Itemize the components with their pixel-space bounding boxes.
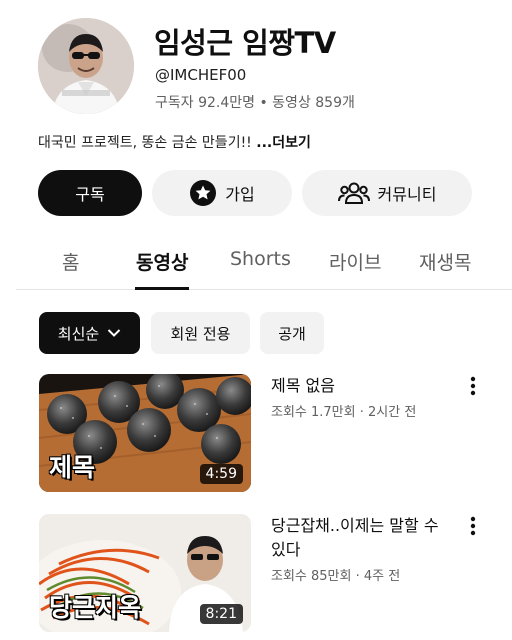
video-duration: 4:59 [199,464,243,484]
people-icon [337,180,370,206]
active-tab-indicator [135,287,189,290]
description-text: 대국민 프로젝트, 똥손 금손 만들기!! [38,135,257,151]
video-meta: 조회수 85만회 · 4주 전 [271,569,401,584]
video-item[interactable]: 제목 4:59 제목 없음 조회수 1.7만회 · 2시간 전 [39,374,485,494]
community-button[interactable]: 커뮤니티 [302,170,472,216]
video-item[interactable]: 당근지옥 8:21 당근잡채..이제는 말할 수 있다 조회수 85만회 · 4… [39,514,485,634]
channel-name: 임성근 임짱TV [154,26,336,60]
thumbnail-caption: 당근지옥 [49,593,142,622]
sort-chips: 최신순 회원 전용 공개 [39,312,489,354]
join-label: 가입 [225,185,255,204]
star-badge-icon [189,179,217,207]
video-thumbnail[interactable]: 제목 4:59 [39,374,251,492]
thumbnail-caption: 제목 [49,453,96,482]
subscribe-button[interactable]: 구독 [38,170,142,216]
action-buttons: 구독 가입 커뮤니티 [38,170,478,216]
channel-stats: 구독자 92.4만명 • 동영상 859개 [155,95,355,111]
video-duration: 8:21 [199,604,243,624]
chip-members-only[interactable]: 회원 전용 [151,312,250,354]
chip-public[interactable]: 공개 [260,312,324,354]
community-label: 커뮤니티 [377,185,437,204]
more-link[interactable]: ...더보기 [256,135,311,151]
more-vert-icon[interactable] [463,374,483,398]
video-thumbnail[interactable]: 당근지옥 8:21 [39,514,251,632]
chip-latest-label: 최신순 [57,324,100,343]
channel-description[interactable]: 대국민 프로젝트, 똥손 금손 만들기!! ...더보기 [38,132,311,152]
more-vert-icon[interactable] [463,514,483,538]
tab-live[interactable]: 라이브 [329,248,381,275]
channel-handle: @IMCHEF00 [155,66,247,84]
channel-header: 임성근 임짱TV @IMCHEF00 구독자 92.4만명 • 동영상 859개 [38,18,502,118]
tab-shorts[interactable]: Shorts [230,248,291,270]
join-button[interactable]: 가입 [152,170,292,216]
subscribe-label: 구독 [75,185,105,204]
chevron-down-icon [107,328,121,338]
tab-home[interactable]: 홈 [62,248,79,275]
channel-avatar[interactable] [38,18,134,114]
video-title[interactable]: 당근잡채..이제는 말할 수 있다 [271,514,453,562]
video-title[interactable]: 제목 없음 [271,374,453,398]
channel-tabs: 홈 동영상 Shorts 라이브 재생목 [16,234,512,290]
tab-playlists[interactable]: 재생목 [419,248,471,275]
chip-latest[interactable]: 최신순 [39,312,140,354]
tab-videos[interactable]: 동영상 [136,248,188,275]
video-meta: 조회수 1.7만회 · 2시간 전 [271,405,417,420]
